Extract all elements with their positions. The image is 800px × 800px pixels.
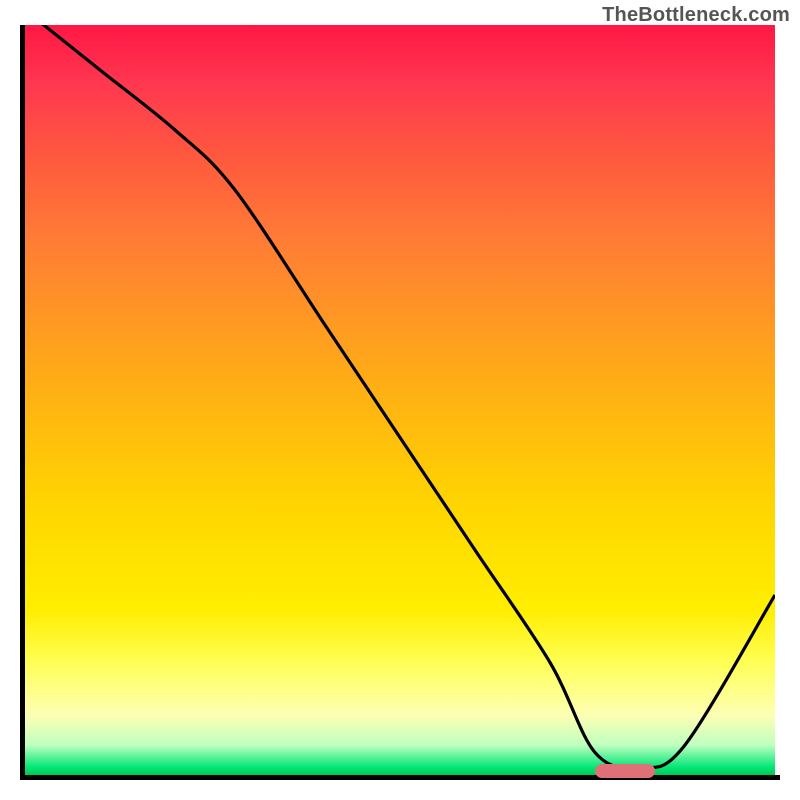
plot-area — [25, 25, 775, 775]
optimal-marker — [595, 764, 655, 778]
x-axis — [20, 775, 780, 780]
bottleneck-curve — [25, 25, 775, 775]
watermark-text: TheBottleneck.com — [602, 4, 790, 27]
chart-container: TheBottleneck.com — [0, 0, 800, 800]
